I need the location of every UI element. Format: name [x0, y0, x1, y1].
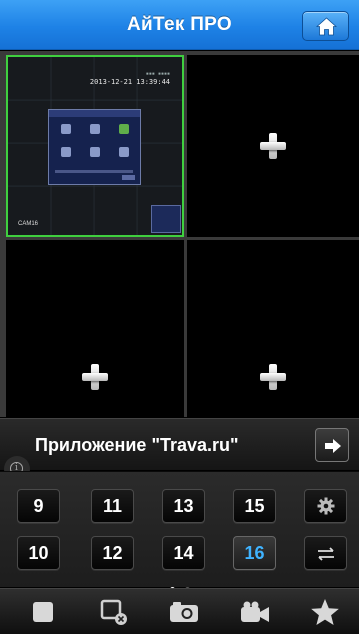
- snapshot-icon: [170, 602, 198, 622]
- stop-icon: [33, 602, 53, 622]
- settings-button[interactable]: [304, 489, 347, 523]
- home-icon: [316, 17, 337, 36]
- channel-button-16[interactable]: 16: [233, 536, 276, 570]
- video-cell-4[interactable]: [187, 240, 359, 417]
- feed-mini-window: [151, 205, 181, 233]
- ad-banner[interactable]: Приложение "Trava.ru": [0, 418, 359, 470]
- bottom-toolbar: [0, 588, 359, 634]
- feed-timestamp: ▪▪▪ ▪▪▪▪ 2013-12-21 13:39:44: [89, 71, 170, 86]
- channel-button-11[interactable]: 11: [91, 489, 134, 523]
- channel-button-9[interactable]: 9: [17, 489, 60, 523]
- plus-icon[interactable]: [260, 133, 286, 159]
- channel-button-14[interactable]: 14: [162, 536, 205, 570]
- feed-dvr-menu: [48, 109, 141, 185]
- record-button[interactable]: [234, 589, 276, 634]
- channel-panel: 9 11 13 15 10 12 14 16: [0, 471, 359, 592]
- favorites-button[interactable]: [304, 589, 346, 634]
- channel-button-13[interactable]: 13: [162, 489, 205, 523]
- video-cell-3[interactable]: [6, 240, 184, 417]
- close-all-button[interactable]: [92, 589, 134, 634]
- header-bar: АйТек ПРО: [0, 0, 359, 50]
- record-icon: [241, 601, 269, 622]
- plus-icon[interactable]: [82, 364, 108, 390]
- swap-icon: [317, 547, 334, 561]
- close-all-icon: [100, 599, 127, 625]
- video-grid: ▪▪▪ ▪▪▪▪ 2013-12-21 13:39:44 CAM16: [0, 51, 359, 417]
- channel-button-10[interactable]: 10: [17, 536, 60, 570]
- feed-camera-label: CAM16: [18, 221, 39, 227]
- ad-text: Приложение "Trava.ru": [35, 435, 239, 455]
- channel-button-12[interactable]: 12: [91, 536, 134, 570]
- swap-button[interactable]: [304, 536, 347, 570]
- favorites-icon: [311, 599, 339, 625]
- home-button[interactable]: [302, 11, 349, 41]
- channel-button-15[interactable]: 15: [233, 489, 276, 523]
- ad-open-button[interactable]: [315, 428, 349, 462]
- snapshot-button[interactable]: [163, 589, 205, 634]
- video-cell-1[interactable]: ▪▪▪ ▪▪▪▪ 2013-12-21 13:39:44 CAM16: [6, 55, 184, 237]
- page-indicator[interactable]: [0, 579, 359, 592]
- arrow-right-icon: [325, 439, 341, 453]
- stop-button[interactable]: [22, 589, 64, 634]
- plus-icon[interactable]: [260, 364, 286, 390]
- gear-icon: [317, 497, 334, 515]
- video-cell-2[interactable]: [187, 55, 359, 237]
